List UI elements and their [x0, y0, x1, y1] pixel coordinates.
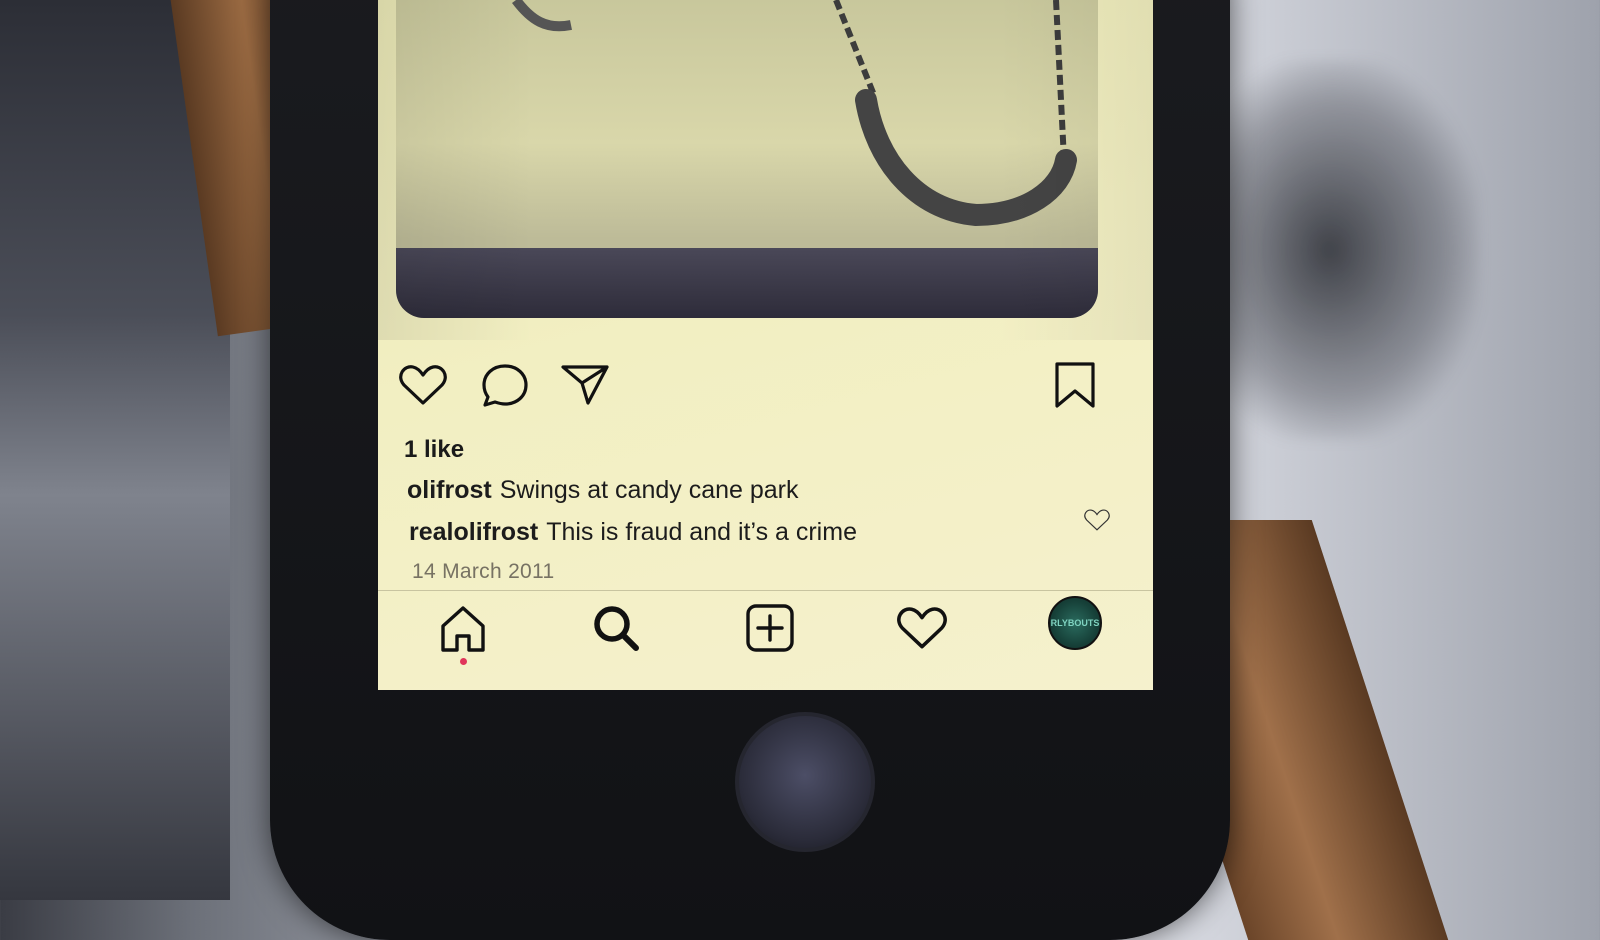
- profile-avatar[interactable]: RLYBOUTS: [1048, 596, 1102, 650]
- comment-like-icon[interactable]: [1083, 508, 1113, 534]
- home-button[interactable]: [735, 712, 875, 852]
- comment-row: realolifrost This is fraud and it’s a cri…: [409, 518, 857, 547]
- comment-icon[interactable]: [478, 360, 532, 410]
- home-icon[interactable]: [433, 598, 493, 658]
- photo-ground: [396, 248, 1098, 318]
- post-actions: [396, 360, 1126, 410]
- post-date: 14 March 2011: [412, 560, 555, 583]
- comment-text: This is fraud and it’s a crime: [546, 518, 857, 546]
- post-caption: olifrost Swings at candy cane park: [407, 476, 799, 505]
- search-icon[interactable]: [586, 598, 646, 658]
- activity-icon[interactable]: [892, 598, 952, 658]
- likes-count[interactable]: 1 like: [404, 436, 464, 464]
- comment-username[interactable]: realolifrost: [409, 518, 538, 546]
- phone-screen: 1 like olifrost Swings at candy cane park…: [378, 0, 1153, 690]
- tabbar-divider: [378, 590, 1153, 591]
- post-photo[interactable]: [396, 0, 1098, 318]
- caption-username[interactable]: olifrost: [407, 476, 492, 504]
- heart-icon[interactable]: [396, 360, 450, 410]
- bookmark-icon[interactable]: [1048, 360, 1102, 410]
- active-tab-indicator: [460, 658, 467, 665]
- share-icon[interactable]: [558, 360, 612, 410]
- add-icon[interactable]: [740, 598, 800, 658]
- bottom-tab-bar: RLYBOUTS: [378, 594, 1153, 672]
- caption-text: Swings at candy cane park: [499, 476, 799, 504]
